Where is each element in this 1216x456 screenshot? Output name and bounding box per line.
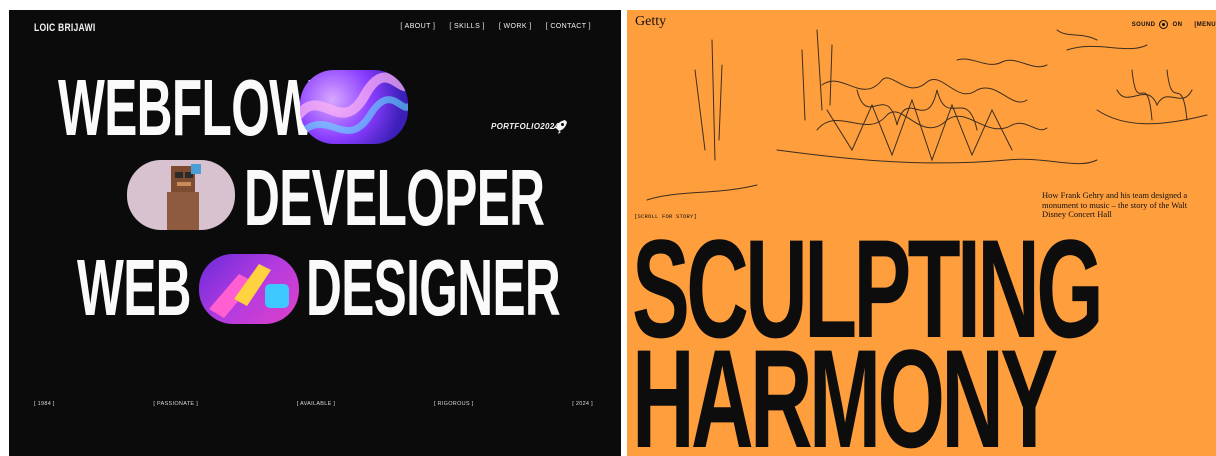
nav-link-about[interactable]: [ ABOUT ] — [400, 23, 435, 30]
3d-blocks-graphic — [209, 264, 289, 318]
wave-graphic — [300, 72, 408, 140]
nav-link-contact[interactable]: [ CONTACT ] — [546, 23, 591, 30]
sound-indicator-icon — [1159, 20, 1169, 29]
headline-line-webflow: WEBFLOW — [58, 63, 316, 152]
footer-tag-year-born: [ 1984 ] — [34, 401, 55, 407]
site-logo[interactable]: Getty — [635, 14, 666, 30]
right-getty-story-screenshot: Getty SOUND ON [MENU How Frank Gehry and… — [627, 10, 1216, 456]
top-controls: SOUND ON [MENU — [1132, 20, 1216, 29]
nav-link-skills[interactable]: [ SKILLS ] — [449, 23, 485, 30]
site-logo[interactable]: LOIC BRIJAWI — [34, 22, 95, 34]
pixel-character-graphic — [167, 164, 201, 230]
rocket-icon — [553, 120, 567, 134]
pixel-avatar-image-pill — [127, 160, 235, 230]
sound-state: ON — [1172, 22, 1183, 29]
footer-tag-year-current: [ 2024 ] — [572, 401, 593, 407]
3d-shapes-image-pill — [199, 254, 299, 324]
footer-tags: [ 1984 ] [ PASSIONATE ] [ AVAILABLE ] [ … — [34, 401, 593, 407]
top-nav: [ ABOUT ] [ SKILLS ] [ WORK ] [ CONTACT … — [400, 23, 591, 30]
headline-line-designer: DESIGNER — [306, 243, 561, 332]
nav-link-work[interactable]: [ WORK ] — [499, 23, 532, 30]
headline-harmony: HARMONY — [632, 320, 1058, 456]
headline-line-developer: DEVELOPER — [244, 153, 545, 242]
sound-label: SOUND — [1131, 22, 1156, 29]
sound-toggle[interactable]: SOUND ON — [1132, 20, 1183, 29]
left-portfolio-screenshot: LOIC BRIJAWI [ ABOUT ] [ SKILLS ] [ WORK… — [9, 10, 621, 456]
menu-button[interactable]: [MENU — [1194, 22, 1216, 28]
footer-tag-rigorous: [ RIGOROUS ] — [433, 401, 474, 407]
abstract-purple-image-pill — [300, 70, 408, 144]
headline-line-web: WEB — [77, 243, 191, 332]
gehry-sketch-illustration — [646, 29, 1208, 201]
footer-tag-passionate: [ PASSIONATE ] — [153, 401, 199, 407]
portfolio-year-label: PORTFOLIO2024 — [491, 122, 560, 131]
footer-tag-available: [ AVAILABLE ] — [296, 401, 336, 407]
